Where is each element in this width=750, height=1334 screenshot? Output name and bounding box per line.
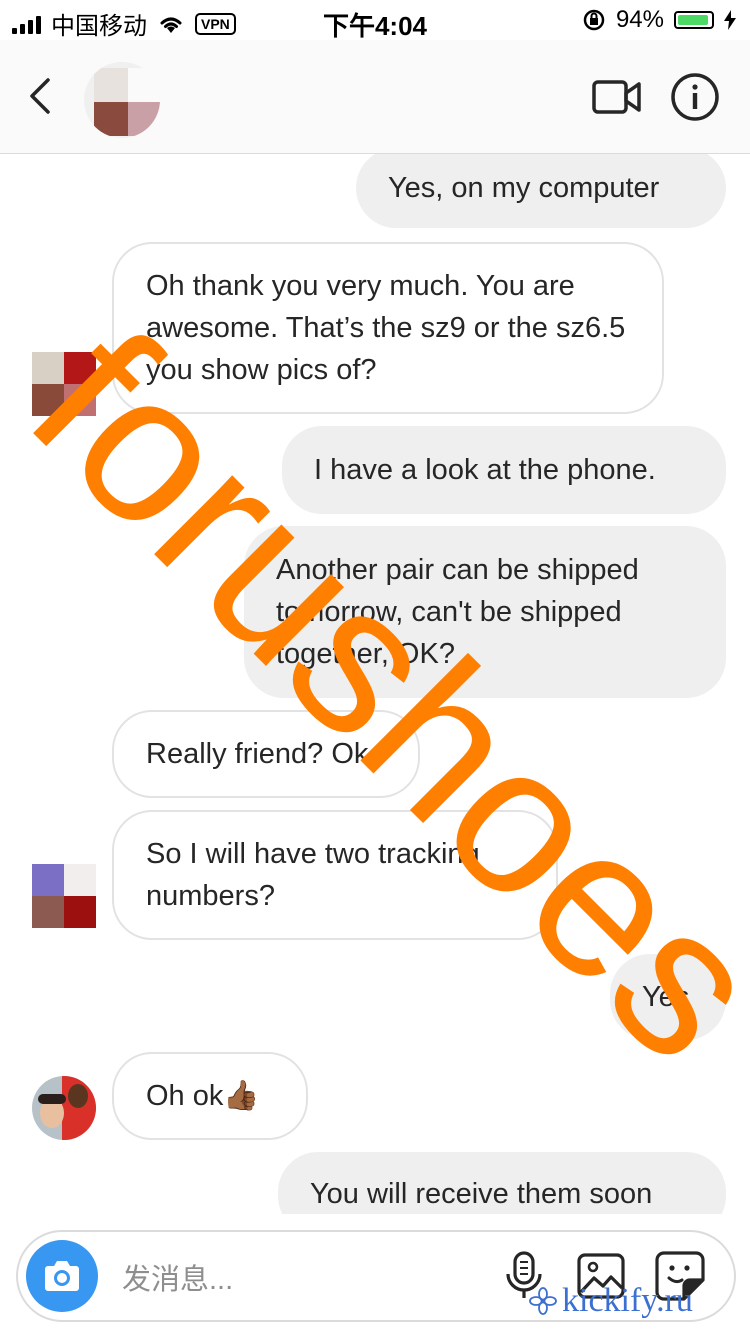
video-camera-icon[interactable] [592, 78, 642, 116]
message-text: Another pair can be shipped tomorrow, ca… [276, 554, 639, 670]
message-incoming[interactable]: Really friend? Ok [112, 710, 420, 798]
message-text: I have a look at the phone. [314, 454, 656, 486]
sender-avatar [32, 1076, 96, 1140]
message-text: Really friend? Ok [146, 738, 369, 770]
message-input-placeholder[interactable]: 发消息... [122, 1256, 233, 1298]
message-incoming[interactable]: Oh thank you very much. You are awesome.… [112, 242, 664, 414]
orientation-lock-icon [583, 9, 605, 31]
camera-icon [45, 1261, 79, 1291]
kickify-watermark: kickify.ru [528, 1282, 693, 1320]
sender-avatar [32, 352, 96, 416]
message-text: Yes, on my computer [388, 172, 660, 204]
sender-avatar [32, 864, 96, 928]
charging-icon [724, 10, 736, 30]
conversation-header [0, 40, 750, 154]
battery-level-fill [678, 15, 709, 25]
flower-icon [529, 1287, 557, 1315]
message-text: Yes [642, 981, 690, 1013]
message-outgoing[interactable]: You will receive them soon [278, 1152, 726, 1214]
message-text: You will receive them soon [310, 1178, 653, 1210]
message-incoming[interactable]: Oh ok👍🏾 [112, 1052, 308, 1140]
message-outgoing[interactable]: Yes, on my computer [356, 154, 726, 228]
camera-button[interactable] [26, 1240, 98, 1312]
info-icon[interactable] [670, 72, 720, 122]
chevron-left-icon[interactable] [22, 76, 62, 116]
kickify-text: kickify.ru [562, 1282, 693, 1319]
message-text: So I will have two tracking numbers? [146, 838, 480, 912]
message-incoming[interactable]: So I will have two tracking numbers? [112, 810, 558, 940]
battery-icon [674, 11, 714, 29]
message-thread[interactable]: Yes, on my computer Oh thank you very mu… [0, 154, 750, 1214]
message-outgoing[interactable]: I have a look at the phone. [282, 426, 726, 514]
battery-percent: 94% [615, 6, 664, 33]
message-outgoing[interactable]: Yes [610, 954, 726, 1040]
message-outgoing[interactable]: Another pair can be shipped tomorrow, ca… [244, 526, 726, 698]
message-text: Oh ok👍🏾 [146, 1080, 260, 1112]
message-text: Oh thank you very much. You are awesome.… [146, 270, 626, 386]
contact-avatar[interactable] [84, 62, 160, 138]
status-bar: 中国移动 VPN 下午4:04 94% [0, 0, 750, 41]
